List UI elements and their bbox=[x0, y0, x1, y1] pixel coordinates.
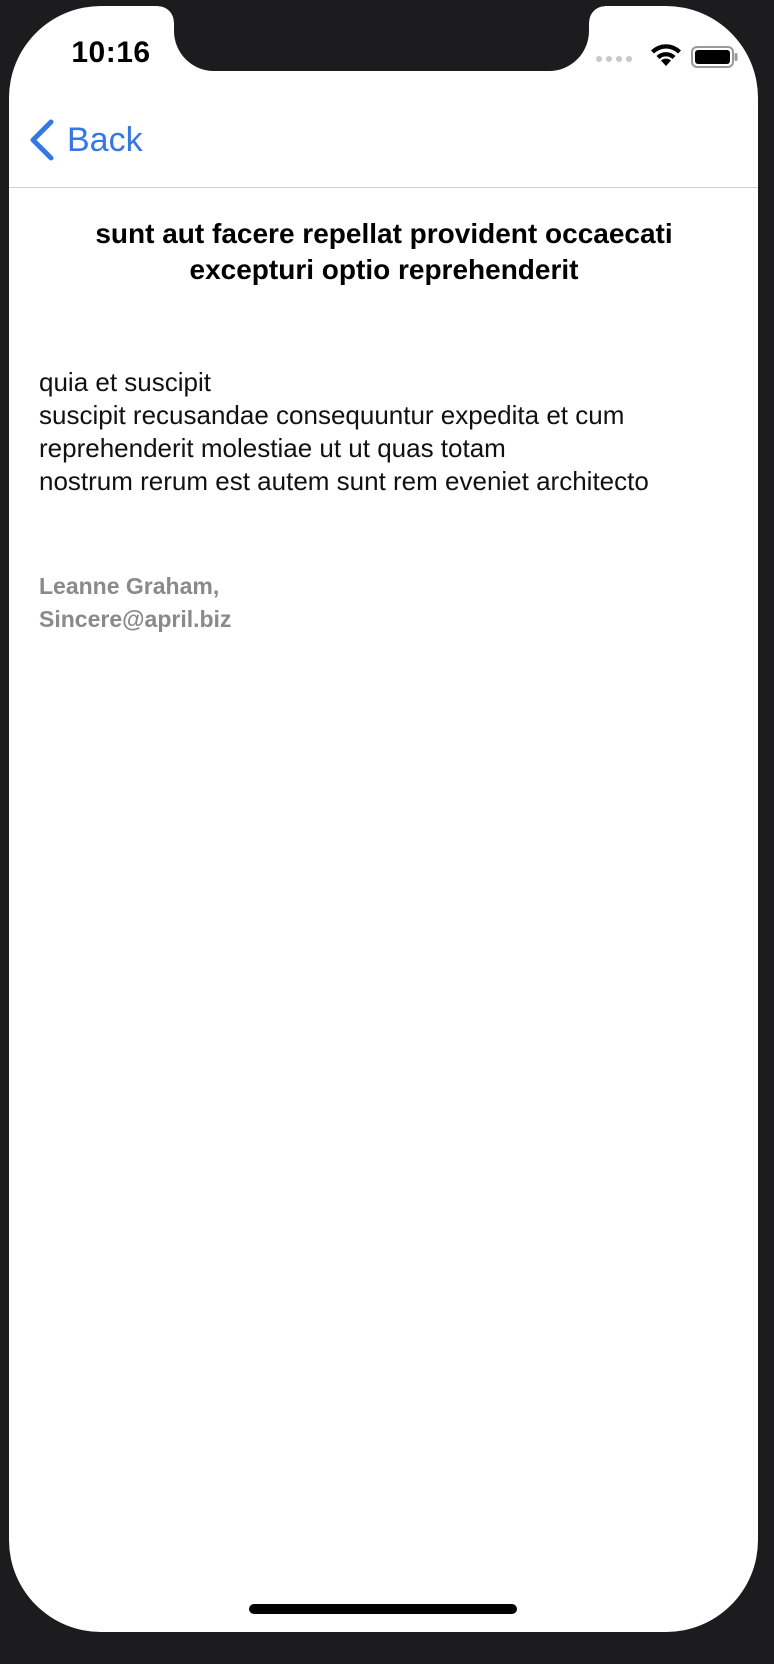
back-button[interactable]: Back bbox=[27, 118, 143, 162]
battery-icon bbox=[691, 46, 738, 68]
back-label: Back bbox=[67, 120, 143, 159]
status-time: 10:16 bbox=[71, 36, 151, 69]
author-name: Leanne Graham, bbox=[39, 573, 220, 599]
device-frame: 10:16 Back sunt aut facere repellat prov… bbox=[0, 0, 774, 1664]
screen: 10:16 Back sunt aut facere repellat prov… bbox=[9, 6, 758, 1632]
navigation-bar: Back bbox=[9, 78, 758, 188]
post-title: sunt aut facere repellat provident occae… bbox=[95, 218, 673, 285]
author-email: Sincere@april.biz bbox=[39, 606, 232, 632]
post-detail: sunt aut facere repellat provident occae… bbox=[39, 216, 729, 636]
home-indicator[interactable] bbox=[249, 1604, 517, 1614]
wifi-icon bbox=[651, 44, 681, 66]
notch bbox=[158, 6, 605, 71]
author-info: Leanne Graham, Sincere@april.biz bbox=[39, 570, 729, 636]
chevron-left-icon bbox=[30, 119, 54, 161]
post-body: quia et suscipit suscipit recusandae con… bbox=[39, 367, 649, 496]
signal-icon bbox=[596, 56, 632, 62]
